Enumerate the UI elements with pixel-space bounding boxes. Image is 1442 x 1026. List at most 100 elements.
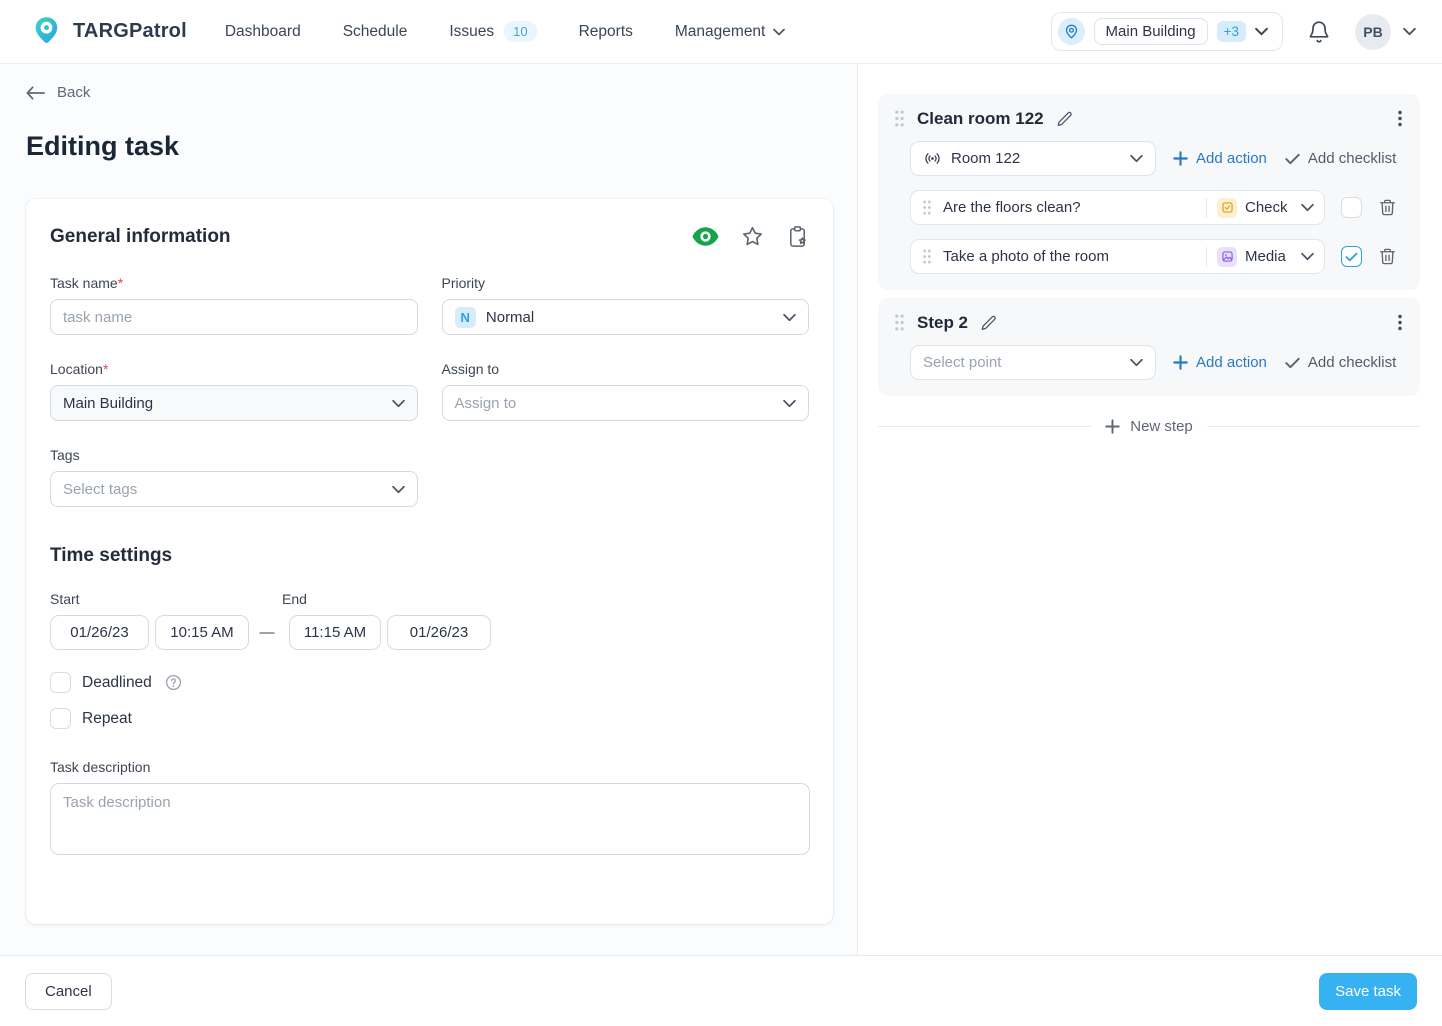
new-step-row: New step: [878, 418, 1420, 435]
nav-label: Schedule: [343, 23, 408, 41]
divider: [1207, 426, 1420, 427]
step-menu-kebab-icon[interactable]: [1396, 108, 1404, 129]
back-arrow-icon: [26, 86, 45, 100]
chevron-down-icon[interactable]: [1403, 27, 1416, 36]
add-action-button[interactable]: Add action: [1173, 150, 1267, 167]
chevron-down-icon: [1255, 27, 1268, 36]
chevron-down-icon: [392, 399, 405, 408]
checklist-item-row: Are the floors clean? Check: [910, 190, 1404, 225]
location-select[interactable]: Main Building: [50, 385, 418, 421]
back-button[interactable]: Back: [26, 84, 90, 101]
divider: [878, 426, 1091, 427]
task-form-pane: Back Editing task General information: [0, 64, 858, 955]
required-mark: *: [103, 361, 108, 377]
check-type-icon: [1217, 198, 1237, 218]
chevron-down-icon: [773, 28, 785, 36]
visibility-eye-icon[interactable]: [692, 226, 719, 247]
drag-handle-icon[interactable]: [922, 200, 932, 215]
footer-action-bar: Cancel Save task: [0, 955, 1442, 1026]
item-type-value: Check: [1245, 199, 1301, 216]
nav-label: Management: [675, 23, 765, 41]
back-label: Back: [57, 84, 90, 101]
repeat-label: Repeat: [82, 710, 132, 728]
nav-item-schedule[interactable]: Schedule: [343, 23, 408, 41]
add-action-button[interactable]: Add action: [1173, 354, 1267, 371]
point-select[interactable]: Select point: [910, 345, 1156, 380]
divider: [1206, 198, 1207, 218]
nav-item-issues[interactable]: Issues 10: [449, 21, 536, 42]
main-nav: Dashboard Schedule Issues 10 Reports Man…: [225, 21, 786, 42]
chevron-down-icon: [783, 313, 796, 322]
chevron-down-icon: [1130, 358, 1143, 367]
nav-label: Issues: [449, 23, 494, 41]
deadlined-checkbox[interactable]: [50, 672, 71, 693]
assign-to-placeholder: Assign to: [455, 395, 784, 412]
help-question-icon[interactable]: [165, 674, 182, 691]
required-mark: *: [118, 275, 123, 291]
add-checklist-button[interactable]: Add checklist: [1285, 150, 1396, 167]
drag-handle-icon[interactable]: [922, 249, 932, 264]
nav-label: Dashboard: [225, 23, 301, 41]
location-switcher[interactable]: Main Building +3: [1051, 12, 1283, 51]
brand[interactable]: TARGPatrol: [30, 15, 187, 48]
favorite-star-icon[interactable]: [741, 225, 764, 248]
divider: [1206, 247, 1207, 267]
edit-pencil-icon[interactable]: [980, 314, 998, 332]
drag-handle-icon[interactable]: [894, 110, 905, 127]
task-name-input[interactable]: [50, 299, 418, 335]
assign-to-label: Assign to: [442, 361, 810, 377]
assign-to-select[interactable]: Assign to: [442, 385, 810, 421]
main-content: Back Editing task General information: [0, 64, 1442, 955]
trash-icon[interactable]: [1378, 247, 1397, 266]
end-date-input[interactable]: [387, 615, 491, 650]
avatar-initials: PB: [1363, 24, 1382, 40]
add-checklist-button[interactable]: Add checklist: [1285, 354, 1396, 371]
avatar[interactable]: PB: [1355, 14, 1391, 50]
location-value: Main Building: [63, 395, 392, 412]
media-type-icon: [1217, 247, 1237, 267]
general-information-card: General information: [26, 199, 833, 924]
point-select[interactable]: Room 122: [910, 141, 1156, 176]
checklist-item[interactable]: Take a photo of the room Media: [910, 239, 1325, 274]
chevron-down-icon: [1301, 252, 1314, 261]
priority-label: Priority: [442, 275, 810, 291]
deadlined-label: Deadlined: [82, 674, 152, 692]
repeat-checkbox[interactable]: [50, 708, 71, 729]
save-task-button[interactable]: Save task: [1319, 973, 1417, 1010]
tags-placeholder: Select tags: [63, 481, 392, 498]
end-time-input[interactable]: [289, 615, 381, 650]
item-required-checkbox[interactable]: [1341, 197, 1362, 218]
chevron-down-icon: [392, 485, 405, 494]
plus-icon: [1105, 419, 1120, 434]
brand-name: TARGPatrol: [73, 20, 187, 43]
notifications-bell-icon[interactable]: [1307, 20, 1331, 44]
start-date-input[interactable]: [50, 615, 149, 650]
save-template-clipboard-icon[interactable]: [786, 225, 809, 248]
point-placeholder: Select point: [923, 354, 1130, 371]
task-description-textarea[interactable]: [50, 783, 810, 855]
nav-item-management[interactable]: Management: [675, 23, 785, 41]
time-settings-title: Time settings: [50, 545, 809, 567]
step-menu-kebab-icon[interactable]: [1396, 312, 1404, 333]
checklist-item[interactable]: Are the floors clean? Check: [910, 190, 1325, 225]
time-range-separator: —: [255, 624, 279, 641]
item-required-checkbox[interactable]: [1341, 246, 1362, 267]
general-information-title: General information: [50, 226, 231, 248]
location-extra-badge: +3: [1217, 21, 1246, 42]
start-time-input[interactable]: [155, 615, 249, 650]
end-label: End: [282, 591, 307, 607]
edit-pencil-icon[interactable]: [1056, 110, 1074, 128]
trash-icon[interactable]: [1378, 198, 1397, 217]
new-step-button[interactable]: New step: [1091, 418, 1207, 435]
priority-level-badge: N: [455, 307, 476, 328]
drag-handle-icon[interactable]: [894, 314, 905, 331]
nav-item-dashboard[interactable]: Dashboard: [225, 23, 301, 41]
tags-select[interactable]: Select tags: [50, 471, 418, 507]
cancel-button[interactable]: Cancel: [25, 973, 112, 1010]
issues-count-badge: 10: [504, 21, 536, 42]
priority-select[interactable]: N Normal: [442, 299, 810, 335]
checklist-item-text: Take a photo of the room: [943, 248, 1206, 265]
nav-item-reports[interactable]: Reports: [579, 23, 633, 41]
logo-pin-icon: [30, 15, 63, 48]
plus-icon: [1173, 355, 1188, 370]
